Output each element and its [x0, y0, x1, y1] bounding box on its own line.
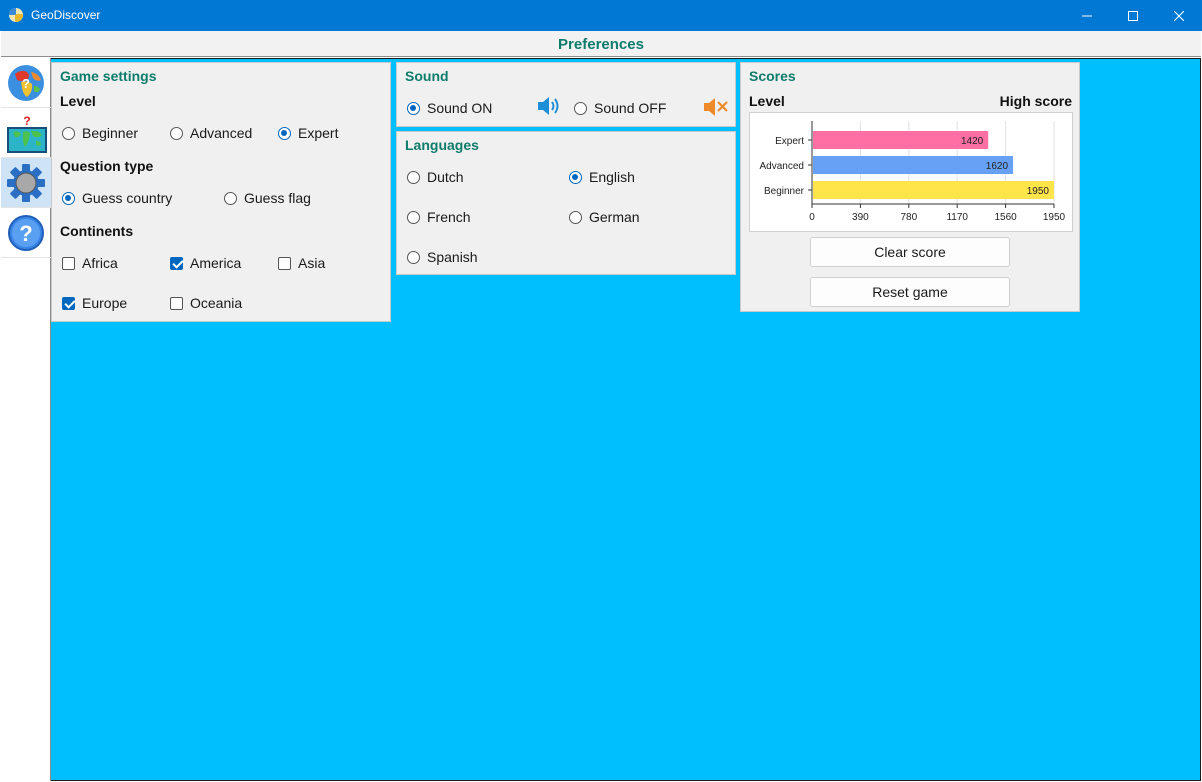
languages-panel: Languages Dutch English French German Sp…	[396, 131, 736, 275]
continent-africa-checkbox[interactable]: Africa	[62, 255, 118, 271]
radio-icon	[569, 210, 582, 224]
x-tick-label: 1560	[994, 212, 1017, 223]
minimize-button[interactable]	[1064, 0, 1110, 31]
continent-asia-checkbox[interactable]: Asia	[278, 255, 325, 271]
speaker-on-icon	[538, 97, 559, 115]
radio-selected-icon	[569, 170, 582, 184]
continent-europe-checkbox[interactable]: Europe	[62, 295, 127, 311]
x-tick-label: 390	[852, 212, 869, 223]
scores-panel: Scores Level High score 0 390 780 1170 1560 1…	[740, 62, 1080, 312]
maximize-button[interactable]	[1110, 0, 1156, 31]
language-french-radio[interactable]: French	[407, 209, 471, 225]
title-bar: GeoDiscover	[0, 0, 1202, 31]
radio-icon	[170, 126, 183, 140]
languages-title: Languages	[405, 137, 479, 153]
svg-text:?: ?	[23, 114, 30, 128]
bar-beginner	[813, 181, 1054, 199]
x-tick-label: 0	[809, 212, 815, 223]
bar-value-label: 1950	[1027, 186, 1050, 197]
app-globe-icon	[9, 8, 23, 22]
continent-america-checkbox[interactable]: America	[170, 255, 241, 271]
checkbox-checked-icon	[170, 256, 183, 270]
bar-advanced	[813, 156, 1014, 174]
settings-gear-icon	[7, 164, 45, 202]
close-button[interactable]	[1156, 0, 1202, 31]
checkbox-icon	[278, 256, 291, 270]
speaker-mute-icon	[704, 98, 728, 116]
x-tick-label: 1950	[1043, 212, 1066, 223]
sidebar-item-world-map[interactable]: ?	[1, 58, 51, 108]
game-settings-panel: Game settings Level Beginner Advanced Ex…	[51, 62, 391, 322]
page-title: Preferences	[558, 36, 644, 53]
x-tick-label: 1170	[946, 212, 968, 223]
radio-icon	[62, 126, 75, 140]
bar-value-label: 1420	[961, 136, 984, 147]
language-dutch-radio[interactable]: Dutch	[407, 169, 464, 185]
bar-value-label: 1620	[986, 161, 1009, 172]
svg-text:?: ?	[19, 221, 32, 246]
radio-selected-icon	[278, 126, 291, 140]
radio-selected-icon	[62, 191, 75, 205]
sound-panel: Sound Sound ON Sound OFF	[396, 62, 736, 127]
continents-label: Continents	[60, 223, 134, 239]
language-english-radio[interactable]: English	[569, 169, 635, 185]
radio-icon	[224, 191, 237, 205]
category-label: Expert	[775, 136, 804, 147]
radio-icon	[407, 210, 420, 224]
main-area: Game settings Level Beginner Advanced Ex…	[51, 58, 1201, 781]
preferences-header: Preferences	[1, 31, 1201, 57]
sidebar-item-help[interactable]: ?	[1, 208, 51, 258]
question-type-label: Question type	[60, 158, 154, 174]
sound-off-radio[interactable]: Sound OFF	[574, 100, 666, 116]
help-icon: ?	[8, 215, 44, 251]
sidebar: ? ? ?	[1, 58, 51, 781]
guess-country-radio[interactable]: Guess country	[62, 190, 172, 206]
level-expert-radio[interactable]: Expert	[278, 125, 338, 141]
category-label: Beginner	[764, 186, 805, 197]
reset-game-button[interactable]: Reset game	[810, 277, 1010, 307]
checkbox-icon	[62, 256, 75, 270]
sound-title: Sound	[405, 68, 449, 84]
radio-icon	[574, 101, 587, 115]
radio-icon	[407, 250, 420, 264]
scores-level-header: Level	[749, 93, 785, 109]
scores-high-score-header: High score	[999, 93, 1072, 109]
continent-oceania-checkbox[interactable]: Oceania	[170, 295, 242, 311]
language-german-radio[interactable]: German	[569, 209, 640, 225]
x-tick-label: 780	[900, 212, 917, 223]
sidebar-item-quiz[interactable]: ?	[1, 108, 51, 158]
radio-selected-icon	[407, 101, 420, 115]
language-spanish-radio[interactable]: Spanish	[407, 249, 478, 265]
high-score-chart: 0 390 780 1170 1560 1950 1420 Expert 1620 Advance…	[749, 112, 1073, 232]
checkbox-checked-icon	[62, 296, 75, 310]
checkbox-icon	[170, 296, 183, 310]
close-icon	[1174, 10, 1184, 21]
level-beginner-radio[interactable]: Beginner	[62, 125, 138, 141]
svg-text:?: ?	[22, 76, 30, 91]
high-score-bar-chart: 0 390 780 1170 1560 1950 1420 Expert 1620 Advance…	[760, 121, 1066, 223]
clear-score-button[interactable]: Clear score	[810, 237, 1010, 267]
maximize-icon	[1128, 10, 1138, 21]
globe-icon: ?	[8, 65, 44, 101]
level-label: Level	[60, 93, 96, 109]
map-quiz-icon: ?	[7, 114, 47, 153]
radio-icon	[407, 170, 420, 184]
sidebar-item-settings[interactable]	[1, 158, 51, 208]
guess-flag-radio[interactable]: Guess flag	[224, 190, 311, 206]
scores-title: Scores	[749, 68, 796, 84]
sound-on-radio[interactable]: Sound ON	[407, 100, 492, 116]
category-label: Advanced	[760, 161, 804, 172]
game-settings-title: Game settings	[60, 68, 157, 84]
level-advanced-radio[interactable]: Advanced	[170, 125, 252, 141]
window-title: GeoDiscover	[31, 8, 101, 22]
minimize-icon	[1082, 15, 1092, 16]
